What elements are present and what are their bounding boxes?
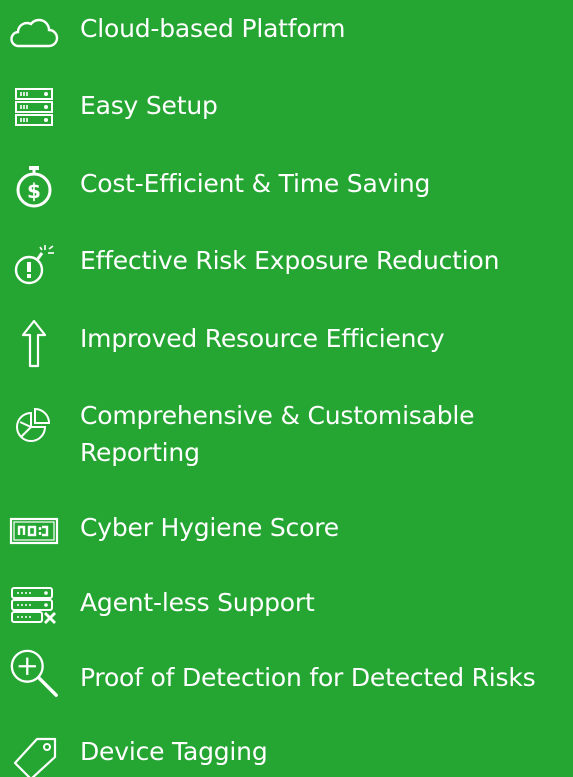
- feature-label: Comprehensive & Customisable Reporting: [80, 401, 475, 467]
- feature-label: Device Tagging: [80, 737, 268, 766]
- feature-label: Improved Resource Efficiency: [80, 324, 445, 353]
- score-display-icon: [8, 509, 60, 553]
- tag-icon: [8, 733, 60, 777]
- feature-label: Easy Setup: [80, 91, 218, 120]
- svg-text:$: $: [27, 179, 41, 203]
- server-cross-icon: [8, 584, 60, 628]
- feature-label: Effective Risk Exposure Reduction: [80, 246, 500, 275]
- feature-label: Cloud-based Platform: [80, 14, 346, 43]
- cloud-icon: [8, 10, 60, 54]
- server-rack-icon: [8, 85, 60, 129]
- magnify-plus-icon: [8, 646, 60, 700]
- feature-label: Cyber Hygiene Score: [80, 513, 339, 542]
- feature-label: Proof of Detection for Detected Risks: [80, 663, 536, 692]
- arrow-up-icon: [8, 318, 60, 368]
- feature-label: Cost-Efficient & Time Saving: [80, 169, 431, 198]
- feature-label: Agent-less Support: [80, 588, 315, 617]
- pie-chart-icon: [8, 403, 60, 447]
- stopwatch-dollar-icon: $: [8, 165, 60, 209]
- feature-list-panel: { "theme": { "background": "#25a632", "f…: [0, 0, 573, 777]
- bomb-icon: [8, 242, 60, 286]
